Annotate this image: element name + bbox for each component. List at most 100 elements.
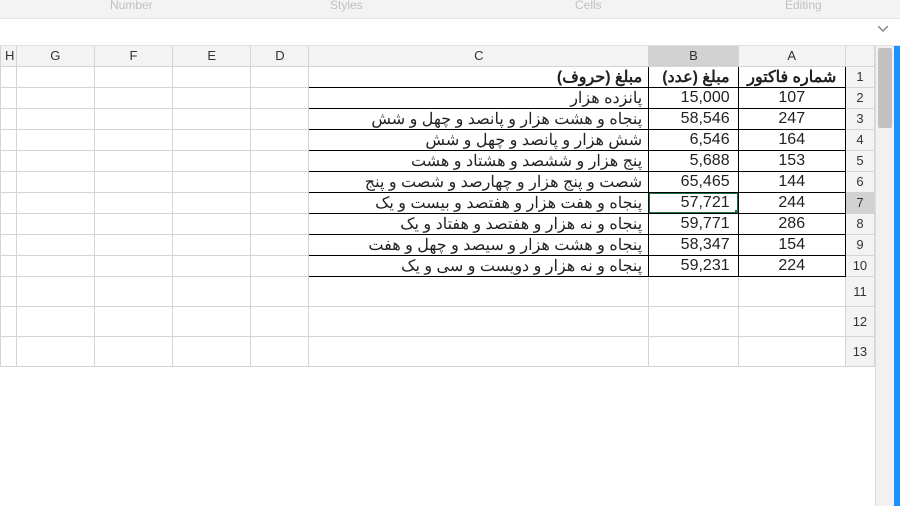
cell[interactable]	[1, 66, 17, 87]
cell[interactable]	[1, 87, 17, 108]
cell-A4[interactable]: 164	[738, 129, 845, 150]
cell[interactable]	[94, 234, 172, 255]
cell[interactable]	[251, 150, 309, 171]
cell[interactable]	[94, 255, 172, 276]
cell-C9[interactable]: پنجاه و هشت هزار و سیصد و چهل و هفت	[309, 234, 649, 255]
cell[interactable]	[16, 171, 94, 192]
cell[interactable]	[649, 336, 738, 366]
cell[interactable]	[251, 108, 309, 129]
cell[interactable]	[1, 213, 17, 234]
cell[interactable]	[251, 192, 309, 213]
cell[interactable]	[16, 87, 94, 108]
cell[interactable]	[1, 336, 17, 366]
row-header-6[interactable]: 6	[845, 171, 874, 192]
row-header-8[interactable]: 8	[845, 213, 874, 234]
cell[interactable]	[94, 129, 172, 150]
cell-B1[interactable]: مبلغ (عدد)	[649, 66, 738, 87]
cell-A3[interactable]: 247	[738, 108, 845, 129]
cell-C2[interactable]: پانزده هزار	[309, 87, 649, 108]
formula-bar[interactable]	[0, 19, 900, 46]
cell[interactable]	[1, 276, 17, 306]
cell[interactable]	[16, 108, 94, 129]
cell[interactable]	[94, 108, 172, 129]
cell[interactable]	[173, 87, 251, 108]
cell[interactable]	[738, 276, 845, 306]
cell[interactable]	[173, 276, 251, 306]
spreadsheet-grid[interactable]: H G F E D C B A مبلغ (حروف)مبلغ (عدد)شما…	[0, 46, 875, 506]
cell[interactable]	[173, 129, 251, 150]
cell-A2[interactable]: 107	[738, 87, 845, 108]
cell[interactable]	[1, 234, 17, 255]
cell[interactable]	[173, 234, 251, 255]
cell[interactable]	[94, 66, 172, 87]
cell-A1[interactable]: شماره فاکتور	[738, 66, 845, 87]
cell-C1[interactable]: مبلغ (حروف)	[309, 66, 649, 87]
cell[interactable]	[173, 171, 251, 192]
cell[interactable]	[173, 66, 251, 87]
cell[interactable]	[16, 336, 94, 366]
cell[interactable]	[16, 255, 94, 276]
row-header-2[interactable]: 2	[845, 87, 874, 108]
cell[interactable]	[16, 129, 94, 150]
cell[interactable]	[94, 306, 172, 336]
cell-C5[interactable]: پنج هزار و ششصد و هشتاد و هشت	[309, 150, 649, 171]
cell[interactable]	[1, 306, 17, 336]
col-header-B[interactable]: B	[649, 46, 738, 66]
col-header-D[interactable]: D	[251, 46, 309, 66]
cell-B8[interactable]: 59,771	[649, 213, 738, 234]
cell[interactable]	[16, 234, 94, 255]
cell[interactable]	[94, 171, 172, 192]
vertical-scrollbar-thumb[interactable]	[878, 48, 892, 128]
col-header-C[interactable]: C	[309, 46, 649, 66]
cell[interactable]	[94, 213, 172, 234]
cell[interactable]	[94, 276, 172, 306]
cell[interactable]	[251, 255, 309, 276]
cell[interactable]	[173, 150, 251, 171]
cell[interactable]	[251, 213, 309, 234]
cell[interactable]	[94, 192, 172, 213]
cell-C10[interactable]: پنجاه و نه هزار و دویست و سی و یک	[309, 255, 649, 276]
cell[interactable]	[309, 336, 649, 366]
cell[interactable]	[173, 306, 251, 336]
cell[interactable]	[173, 192, 251, 213]
col-header-A[interactable]: A	[738, 46, 845, 66]
cell[interactable]	[251, 66, 309, 87]
cell[interactable]	[94, 87, 172, 108]
cell[interactable]	[251, 129, 309, 150]
cell[interactable]	[649, 276, 738, 306]
cell-A6[interactable]: 144	[738, 171, 845, 192]
cell[interactable]	[251, 306, 309, 336]
cell-A8[interactable]: 286	[738, 213, 845, 234]
cell-B7[interactable]: 57,721	[649, 192, 738, 213]
cell-B9[interactable]: 58,347	[649, 234, 738, 255]
col-header-F[interactable]: F	[94, 46, 172, 66]
cell[interactable]	[1, 192, 17, 213]
cell[interactable]	[16, 276, 94, 306]
row-header-12[interactable]: 12	[845, 306, 874, 336]
cell[interactable]	[173, 213, 251, 234]
cell[interactable]	[309, 306, 649, 336]
cell[interactable]	[173, 108, 251, 129]
cell[interactable]	[16, 306, 94, 336]
cell[interactable]	[1, 255, 17, 276]
cell-B10[interactable]: 59,231	[649, 255, 738, 276]
cell-A5[interactable]: 153	[738, 150, 845, 171]
vertical-scrollbar[interactable]	[875, 46, 894, 506]
cell-C6[interactable]: شصت و پنج هزار و چهارصد و شصت و پنج	[309, 171, 649, 192]
cell[interactable]	[16, 150, 94, 171]
row-header-1[interactable]: 1	[845, 66, 874, 87]
cell[interactable]	[251, 171, 309, 192]
row-header-10[interactable]: 10	[845, 255, 874, 276]
row-header-5[interactable]: 5	[845, 150, 874, 171]
cell[interactable]	[309, 276, 649, 306]
cell-C8[interactable]: پنجاه و نه هزار و هفتصد و هفتاد و یک	[309, 213, 649, 234]
cell-B6[interactable]: 65,465	[649, 171, 738, 192]
cell[interactable]	[173, 336, 251, 366]
cell[interactable]	[649, 306, 738, 336]
cell[interactable]	[1, 150, 17, 171]
cell-B3[interactable]: 58,546	[649, 108, 738, 129]
row-header-7[interactable]: 7	[845, 192, 874, 213]
col-header-H[interactable]: H	[1, 46, 17, 66]
cell-B2[interactable]: 15,000	[649, 87, 738, 108]
cell-A9[interactable]: 154	[738, 234, 845, 255]
